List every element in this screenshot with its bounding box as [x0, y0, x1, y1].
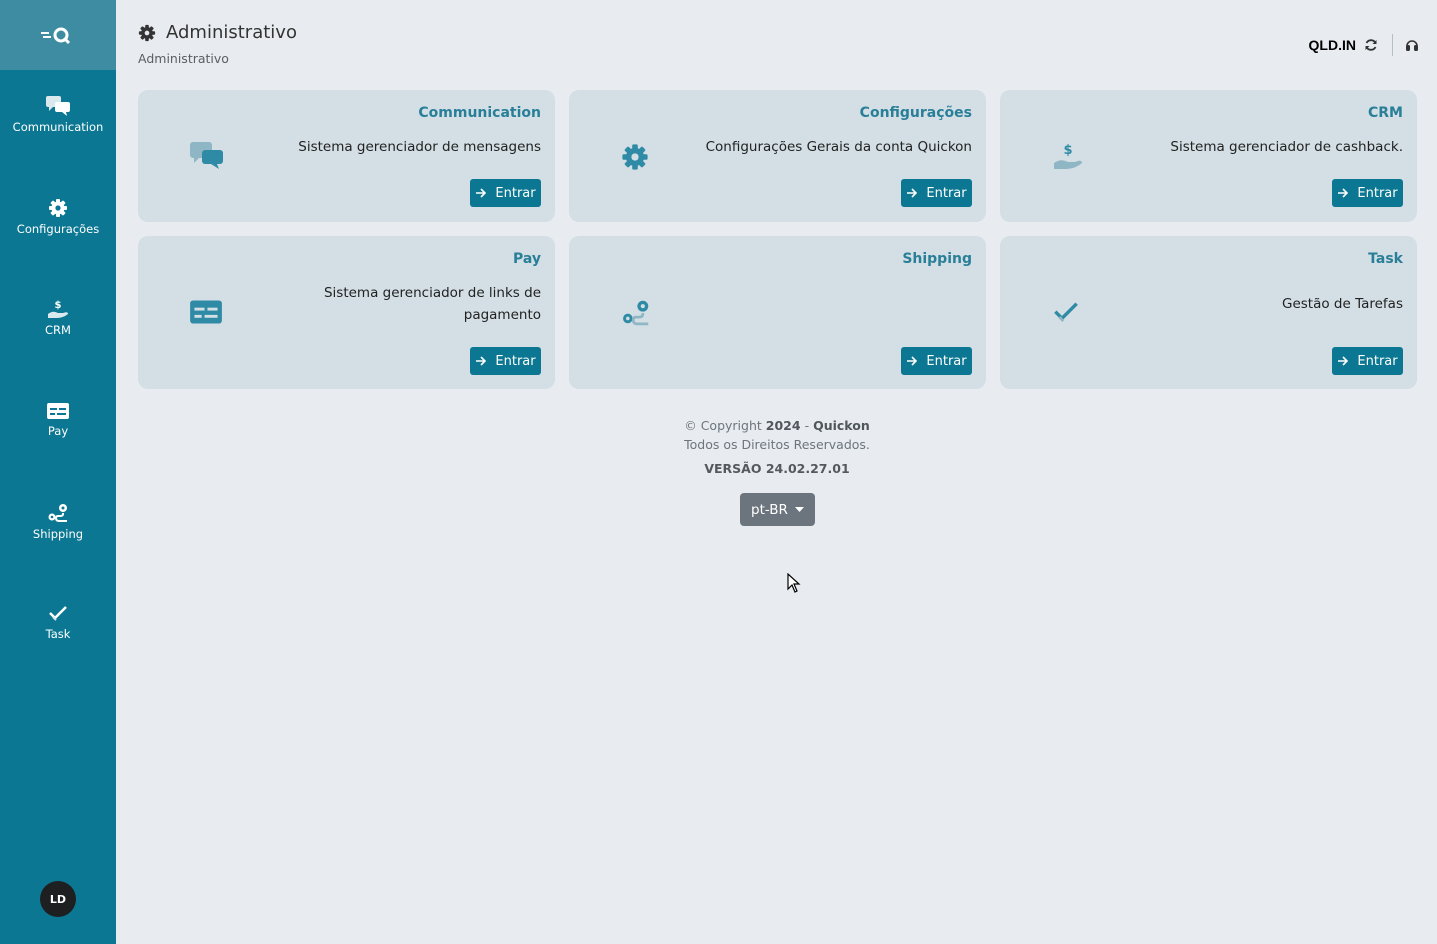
copyright: © Copyright 2024 - Quickon Todos os Dire… [566, 416, 988, 454]
sidebar-item-configuracoes[interactable]: Configurações [0, 198, 116, 236]
sidebar-item-pay[interactable]: Pay [0, 402, 116, 438]
hand-dollar-icon: $ [1054, 143, 1082, 169]
refresh-icon[interactable] [1364, 38, 1378, 52]
card-title: Communication [418, 105, 541, 121]
sidebar-item-label: CRM [45, 323, 71, 337]
sidebar-item-label: Configurações [16, 222, 100, 236]
arrow-right-icon [476, 188, 487, 198]
sidebar-item-label: Task [45, 627, 71, 641]
enter-button[interactable]: Entrar [901, 179, 972, 207]
card-shipping: Shipping Entrar [569, 236, 986, 389]
card-description: Sistema gerenciador de links de pagament… [323, 285, 541, 323]
card-configuracoes: Configurações Configurações Gerais da co… [569, 90, 986, 222]
sidebar: Communication Configurações $ CRM Pay Sh… [0, 0, 116, 944]
svg-text:$: $ [1063, 143, 1072, 158]
card-communication: Communication Sistema gerenciador de men… [138, 90, 555, 222]
payment-card-icon [47, 403, 69, 419]
arrow-right-icon [1338, 188, 1349, 198]
enter-button-label: Entrar [495, 185, 536, 201]
hand-dollar-icon: $ [48, 300, 68, 318]
double-check-icon [49, 606, 67, 621]
double-check-icon [1054, 302, 1078, 322]
page-title-text: Administrativo [166, 22, 297, 43]
arrow-right-icon [1338, 356, 1349, 366]
svg-text:$: $ [55, 300, 62, 311]
card-crm: CRM Sistema gerenciador de cashback. $ E… [1000, 90, 1417, 222]
page-title: Administrativo [138, 22, 297, 43]
enter-button[interactable]: Entrar [901, 347, 972, 375]
enter-button[interactable]: Entrar [1332, 347, 1403, 375]
card-description: Configurações Gerais da conta Quickon [705, 139, 972, 155]
sidebar-item-label: Communication [12, 120, 104, 134]
headset-icon[interactable] [1405, 38, 1419, 52]
enter-button[interactable]: Entrar [470, 179, 541, 207]
gear-icon [49, 199, 67, 217]
card-title: Pay [512, 251, 541, 267]
card-title: CRM [1368, 105, 1403, 121]
copyright-dash: - [804, 418, 810, 433]
logo[interactable] [0, 0, 116, 70]
enter-button-label: Entrar [1357, 185, 1398, 201]
route-pin-icon [623, 300, 649, 326]
version-label: VERSÃO 24.02.27.01 [704, 461, 850, 476]
card-pay: Pay Sistema gerenciador de links de paga… [138, 236, 555, 389]
avatar[interactable]: LD [40, 881, 76, 917]
copyright-prefix: © Copyright [684, 418, 762, 433]
payment-card-icon [190, 300, 222, 324]
sidebar-item-shipping[interactable]: Shipping [0, 503, 116, 541]
arrow-right-icon [907, 188, 918, 198]
card-description: Gestão de Tarefas [1282, 296, 1403, 312]
quickon-logo-icon [41, 27, 71, 44]
sidebar-item-crm[interactable]: $ CRM [0, 299, 116, 337]
copyright-company: Quickon [813, 418, 870, 433]
arrow-right-icon [907, 356, 918, 366]
language-selected: pt-BR [751, 501, 788, 518]
card-title: Task [1368, 251, 1403, 267]
sidebar-item-label: Shipping [32, 527, 84, 541]
caret-down-icon [794, 506, 804, 512]
gear-icon [138, 24, 156, 41]
enter-button-label: Entrar [495, 353, 536, 369]
enter-button[interactable]: Entrar [470, 347, 541, 375]
enter-button[interactable]: Entrar [1332, 179, 1403, 207]
card-description: Sistema gerenciador de cashback. [1170, 139, 1403, 155]
card-title: Configurações [859, 105, 972, 121]
sidebar-item-communication[interactable]: Communication [0, 96, 116, 134]
enter-button-label: Entrar [926, 185, 967, 201]
sidebar-item-label: Pay [47, 424, 69, 438]
top-right-toolbar: QLD.IN [1308, 34, 1419, 56]
rights-text: Todos os Direitos Reservados. [684, 437, 870, 452]
chat-bubbles-icon [46, 96, 70, 116]
mouse-cursor-icon [787, 573, 801, 593]
breadcrumb: Administrativo [138, 51, 229, 66]
divider [1392, 34, 1393, 56]
chat-bubbles-icon [190, 142, 223, 169]
arrow-right-icon [476, 356, 487, 366]
gear-icon [622, 144, 648, 170]
sidebar-item-task[interactable]: Task [0, 605, 116, 641]
card-description: Sistema gerenciador de mensagens [298, 139, 541, 155]
card-title: Shipping [902, 251, 972, 267]
language-dropdown[interactable]: pt-BR [740, 493, 815, 526]
domain-label: QLD.IN [1308, 37, 1356, 53]
copyright-year: 2024 [765, 418, 801, 433]
route-pin-icon [48, 504, 67, 522]
enter-button-label: Entrar [926, 353, 967, 369]
enter-button-label: Entrar [1357, 353, 1398, 369]
card-task: Task Gestão de Tarefas Entrar [1000, 236, 1417, 389]
